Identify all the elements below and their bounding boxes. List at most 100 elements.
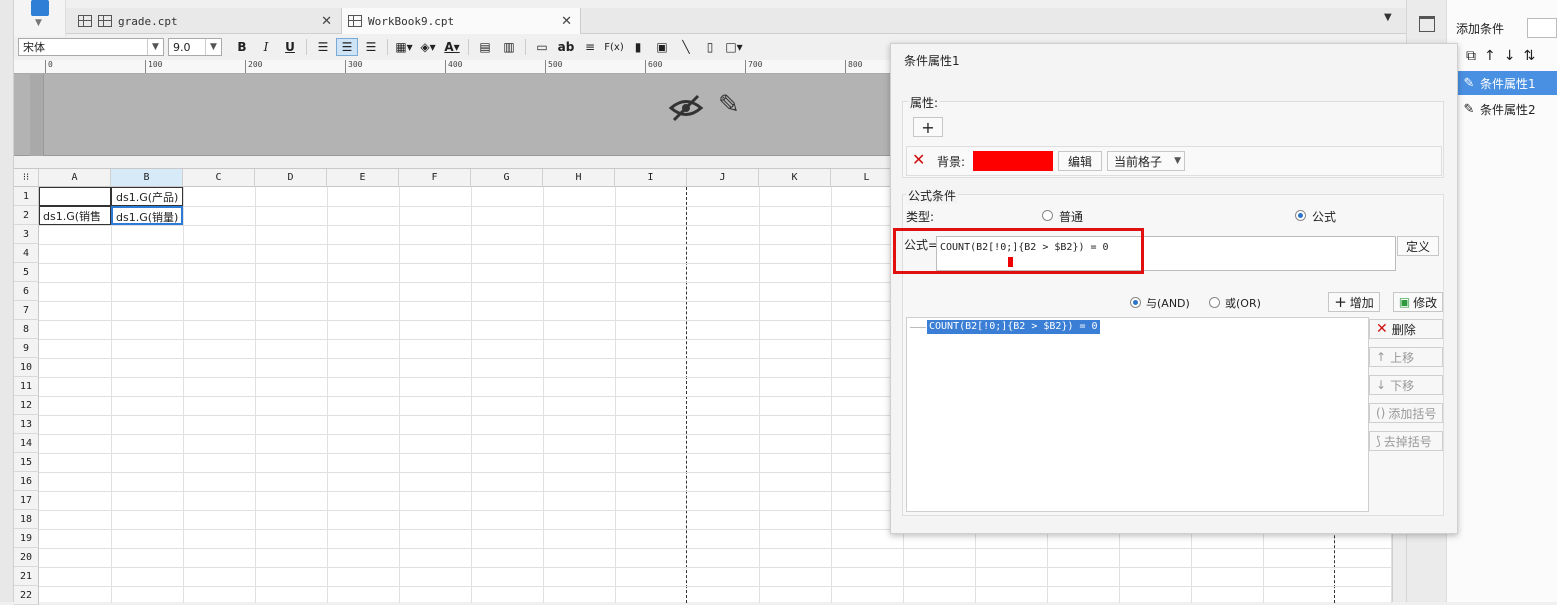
condition-item-2[interactable]: ✎ 条件属性2 [1458, 97, 1557, 121]
type-formula-radio[interactable] [1295, 210, 1306, 221]
rich-text-icon[interactable]: ≡ [579, 38, 601, 56]
row-header[interactable]: 18 [14, 510, 39, 529]
row-header[interactable]: 13 [14, 415, 39, 434]
row-header[interactable]: 3 [14, 225, 39, 244]
cell-attributes-icon[interactable] [1419, 16, 1435, 32]
more-icon[interactable]: □▾ [723, 38, 745, 56]
unmerge-cells-icon[interactable]: ▥ [498, 38, 520, 56]
column-header[interactable]: J [687, 169, 759, 187]
define-button[interactable]: 定义 [1397, 236, 1439, 256]
column-header[interactable]: I [615, 169, 687, 187]
column-header[interactable]: B [111, 169, 183, 187]
background-color-swatch[interactable] [973, 151, 1053, 171]
grid-line [759, 187, 760, 603]
tab-workbook9[interactable]: WorkBook9.cpt ✕ [341, 8, 581, 34]
type-normal-radio[interactable] [1042, 210, 1053, 221]
align-center-icon[interactable]: ☰ [336, 38, 358, 56]
cell-b1[interactable]: ds1.G(产品) [111, 187, 183, 206]
row-header[interactable]: 10 [14, 358, 39, 377]
column-header[interactable]: A [39, 169, 111, 187]
column-header[interactable]: G [471, 169, 543, 187]
edit-background-button[interactable]: 编辑 [1058, 151, 1102, 171]
row-header[interactable]: 20 [14, 548, 39, 567]
row-header[interactable]: 1 [14, 187, 39, 206]
sort-icon[interactable]: ⇅ [1523, 48, 1535, 64]
add-condition-row-button[interactable]: + 增加 [1328, 292, 1380, 312]
row-header[interactable]: 11 [14, 377, 39, 396]
remove-icon[interactable]: ✕ [912, 151, 925, 169]
column-header[interactable]: K [759, 169, 831, 187]
image-icon[interactable]: ▣ [651, 38, 673, 56]
cell-a2[interactable]: ds1.G(销售 [39, 206, 111, 225]
row-header[interactable]: 4 [14, 244, 39, 263]
remove-parentheses-button[interactable]: ⟆ 去掉括号 [1369, 431, 1443, 451]
row-header[interactable]: 14 [14, 434, 39, 453]
add-parentheses-button[interactable]: () 添加括号 [1369, 403, 1443, 423]
row-header[interactable]: 17 [14, 491, 39, 510]
condition-item-1[interactable]: ✎ 条件属性1 [1458, 71, 1557, 95]
slash-icon[interactable]: ╲ [675, 38, 697, 56]
column-header[interactable]: E [327, 169, 399, 187]
cell-a1[interactable] [39, 187, 111, 206]
tab-list-menu-icon[interactable]: ▼ [1384, 12, 1392, 23]
condition-list[interactable] [906, 317, 1369, 512]
row-header[interactable]: 22 [14, 586, 39, 605]
app-menu-button[interactable]: ▼ [14, 0, 66, 36]
row-header[interactable]: 16 [14, 472, 39, 491]
row-header[interactable]: 12 [14, 396, 39, 415]
bold-button[interactable]: B [231, 38, 253, 56]
row-header[interactable]: 7 [14, 301, 39, 320]
subreport-icon[interactable]: ▯ [699, 38, 721, 56]
ruler-tick: 300 [344, 60, 363, 73]
row-header[interactable]: 19 [14, 529, 39, 548]
column-header[interactable]: F [399, 169, 471, 187]
underline-button[interactable]: U [279, 38, 301, 56]
text-icon[interactable]: ab [555, 38, 577, 56]
copy-icon[interactable]: ⧉ [1466, 48, 1476, 64]
edit-pencil-icon[interactable]: ✎ [718, 90, 740, 120]
italic-button[interactable]: I [255, 38, 277, 56]
or-radio[interactable] [1209, 297, 1220, 308]
formula-icon[interactable]: F(x) [603, 38, 625, 56]
tab-grade[interactable]: grade.cpt ✕ [78, 8, 340, 34]
align-left-icon[interactable]: ☰ [312, 38, 334, 56]
scope-select[interactable]: 当前格子 ▼ [1107, 151, 1185, 171]
close-icon[interactable]: ✕ [561, 14, 572, 29]
add-condition-button[interactable] [1527, 18, 1557, 38]
border-icon[interactable]: ▦▾ [393, 38, 415, 56]
move-down-button[interactable]: ↓ 下移 [1369, 375, 1443, 395]
column-header[interactable]: C [183, 169, 255, 187]
row-header[interactable]: 6 [14, 282, 39, 301]
font-size-select[interactable]: 9.0 ▼ [168, 38, 222, 56]
type-formula-label: 公式 [1312, 210, 1337, 224]
modify-button[interactable]: ▣ 修改 [1393, 292, 1443, 312]
font-family-select[interactable]: 宋体 ▼ [18, 38, 164, 56]
row-header[interactable]: 9 [14, 339, 39, 358]
fill-color-icon[interactable]: ◈▾ [417, 38, 439, 56]
row-header[interactable]: 21 [14, 567, 39, 586]
delete-button[interactable]: ✕ 删除 [1369, 319, 1443, 339]
move-up-button[interactable]: ↑ 上移 [1369, 347, 1443, 367]
move-down-icon[interactable]: ↓ [1504, 48, 1516, 64]
ruler-tick: 800 [844, 60, 863, 73]
divider [387, 39, 388, 55]
chart-icon[interactable]: ▮ [627, 38, 649, 56]
font-color-icon[interactable]: A▾ [441, 38, 463, 56]
condition-list-item[interactable]: COUNT(B2[!0;]{B2 > $B2}) = 0 [927, 320, 1100, 334]
insert-row-icon[interactable]: ▭ [531, 38, 553, 56]
add-attribute-button[interactable]: + [913, 117, 943, 137]
row-header[interactable]: 8 [14, 320, 39, 339]
and-radio[interactable] [1130, 297, 1141, 308]
column-header[interactable]: D [255, 169, 327, 187]
align-right-icon[interactable]: ☰ [360, 38, 382, 56]
column-header[interactable]: H [543, 169, 615, 187]
cell-b2[interactable]: ds1.G(销量) [111, 206, 183, 225]
row-header[interactable]: 15 [14, 453, 39, 472]
eye-off-icon[interactable] [668, 93, 704, 123]
close-icon[interactable]: ✕ [321, 14, 332, 29]
row-header[interactable]: 5 [14, 263, 39, 282]
row-header[interactable]: 2 [14, 206, 39, 225]
select-all-corner[interactable]: ⁝⁝ [14, 169, 39, 187]
merge-cells-icon[interactable]: ▤ [474, 38, 496, 56]
move-up-icon[interactable]: ↑ [1484, 48, 1496, 64]
